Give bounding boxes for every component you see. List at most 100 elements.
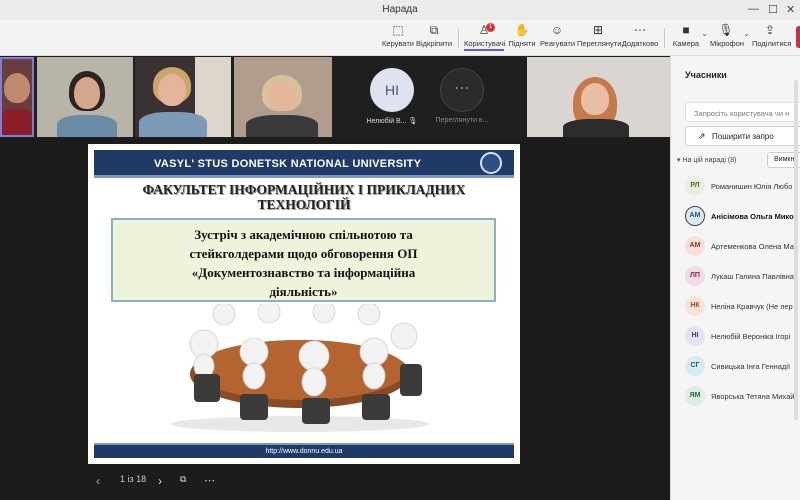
unpin-icon: ⧉: [429, 23, 439, 37]
shared-content-stage: VASYL' STUS DONETSK NATIONAL UNIVERSITY …: [0, 138, 670, 500]
leave-button[interactable]: [796, 26, 800, 48]
meeting-topic-line: стейкголдерами щодо обговорення ОП: [189, 246, 418, 261]
microphone-button[interactable]: 🎙 Мікрофон ⌄: [710, 23, 750, 48]
prev-slide-icon[interactable]: ‹: [96, 474, 100, 488]
chair: [362, 394, 390, 420]
panel-scrollbar[interactable]: [794, 80, 798, 420]
participant-name: Лукаш Галина Павлівна: [711, 272, 794, 281]
react-button[interactable]: ☺ Реагувати: [540, 23, 576, 48]
faculty-title: ФАКУЛЬТЕТ ІНФОРМАЦІЙНИХ І ПРИКЛАДНИХ ТЕХ…: [142, 182, 466, 212]
raise-hand-icon: ✋: [514, 23, 530, 37]
participant-row[interactable]: РЛ Романишин Юлія Любо: [685, 176, 800, 198]
control-label: Керувати: [382, 39, 414, 48]
camera-button[interactable]: ■ Камера ⌄: [672, 23, 708, 48]
view-label: Переглянути: [577, 39, 622, 48]
meeting-topic-line: діяльність»: [269, 284, 338, 299]
video-tile[interactable]: [234, 57, 332, 137]
share-button[interactable]: ⇪ Поділитися: [752, 23, 792, 48]
share-label: Поділитися: [752, 39, 792, 48]
figure-head: [212, 304, 236, 326]
participant-avatar: АМ: [685, 206, 705, 226]
participant-name: Нелюбій Вероніка Ігорі: [711, 332, 791, 341]
more-label: Додатково: [621, 39, 659, 48]
people-button[interactable]: ♙ 1 Користувачі: [464, 23, 506, 51]
video-tile[interactable]: [135, 57, 231, 137]
figure-head: [239, 337, 269, 367]
more-button[interactable]: ⋯ Додатково: [621, 23, 659, 48]
raise-hand-button[interactable]: ✋ Підняти: [508, 23, 536, 48]
in-meeting-section[interactable]: ▾ На цій нараді (8): [677, 156, 736, 164]
participant-row[interactable]: ЛП Лукаш Галина Павлівна: [685, 266, 800, 288]
pointer-icon: ⬚: [392, 23, 404, 37]
participant-row[interactable]: ЯМ Яворська Тетяна Михай: [685, 386, 800, 408]
participant-face: [268, 81, 296, 111]
participant-name: Артеменкова Олена Ма: [711, 242, 794, 251]
unpin-button[interactable]: ⧉ Відкріпити: [416, 23, 452, 48]
figure-head: [359, 337, 389, 367]
participant-face: [158, 74, 186, 106]
minimize-icon[interactable]: —: [748, 3, 759, 15]
figure-head: [312, 304, 336, 324]
video-tile[interactable]: [527, 57, 670, 137]
maximize-icon[interactable]: ☐: [768, 3, 778, 16]
camera-label: Камера: [672, 39, 700, 48]
window-title: Нарада: [382, 4, 418, 15]
share-invite-label: Поширити запро: [712, 132, 774, 141]
participant-avatar: ЯМ: [685, 386, 705, 406]
view-more-label: Перегляну­ти в...: [435, 117, 489, 124]
toolbar-divider: [664, 28, 665, 48]
slide-footer-url: http://www.donnu.edu.ua: [94, 443, 514, 458]
university-name: VASYL' STUS DONETSK NATIONAL UNIVERSITY: [154, 158, 422, 170]
chevron-down-icon: ▾: [677, 157, 681, 164]
participant-avatar: РЛ: [685, 176, 705, 196]
share-icon: ⇪: [764, 23, 776, 37]
participant-row[interactable]: СГ Сивицька Інга Геннадії: [685, 356, 800, 378]
slide-header-banner: VASYL' STUS DONETSK NATIONAL UNIVERSITY: [94, 150, 514, 178]
control-button[interactable]: ⬚ Керувати: [382, 23, 414, 48]
figure-head: [298, 340, 330, 372]
view-button[interactable]: ⊞ Переглянути: [577, 23, 622, 48]
participant-body: [563, 119, 629, 137]
chair: [240, 394, 268, 420]
participant-avatar: НІ: [685, 326, 705, 346]
participant-body: [246, 115, 318, 137]
panel-title: Учасники: [685, 70, 727, 80]
chevron-down-icon[interactable]: ⌄: [701, 29, 708, 38]
more-icon: ⋯: [634, 23, 646, 37]
meeting-topic-line: «Документознавство та інформаційна: [191, 265, 416, 280]
participant-avatar: ЛП: [685, 266, 705, 286]
invite-search-input[interactable]: Запросіть користувача чи н: [685, 102, 800, 122]
close-icon[interactable]: ✕: [786, 3, 795, 16]
participant-face: [581, 83, 609, 115]
chevron-down-icon[interactable]: ⌄: [743, 29, 750, 38]
meeting-topic-line: Зустріч з академічною спільнотою та: [194, 227, 413, 242]
participant-avatar: АМ: [685, 236, 705, 256]
participant-face: [4, 73, 30, 103]
participant-body: [139, 112, 207, 137]
participant-row[interactable]: НІ Нелюбій Вероніка Ігорі: [685, 326, 800, 348]
chair: [194, 374, 220, 402]
university-seal-icon: [480, 152, 502, 174]
participant-row[interactable]: НК Неліна Кравчук (Не пер: [685, 296, 800, 318]
window-title-bar: Нарада — ☐ ✕: [0, 0, 800, 20]
camera-icon: ■: [682, 23, 690, 37]
section-label: На цій нараді (8): [682, 157, 737, 164]
participant-body: [57, 115, 117, 137]
participant-body: [2, 109, 32, 135]
react-label: Реагувати: [540, 39, 576, 48]
figure-head: [257, 304, 281, 324]
share-invite-button[interactable]: ⇗ Поширити запро: [685, 126, 800, 146]
more-options-icon[interactable]: ⋯: [204, 474, 215, 487]
view-more-tile[interactable]: ⋯ Перегляну­ти в...: [420, 57, 504, 137]
chair: [302, 398, 330, 424]
video-tile[interactable]: [0, 57, 34, 137]
video-strip: НІ Нелюбій В... 🎙 ⋯ Перегляну­ти в...: [0, 56, 670, 138]
next-slide-icon[interactable]: ›: [158, 474, 162, 488]
video-tile[interactable]: [37, 57, 133, 137]
participants-panel: Учасники Запросіть користувача чи н ⇗ По…: [670, 56, 800, 500]
fullscreen-icon[interactable]: ⧉: [180, 474, 186, 485]
participant-row[interactable]: АМ Артеменкова Олена Ма: [685, 236, 800, 258]
people-label: Користувачі: [464, 39, 506, 48]
participant-face: [74, 77, 100, 109]
participant-row[interactable]: АМ Анісімова Ольга Мико: [685, 206, 800, 228]
